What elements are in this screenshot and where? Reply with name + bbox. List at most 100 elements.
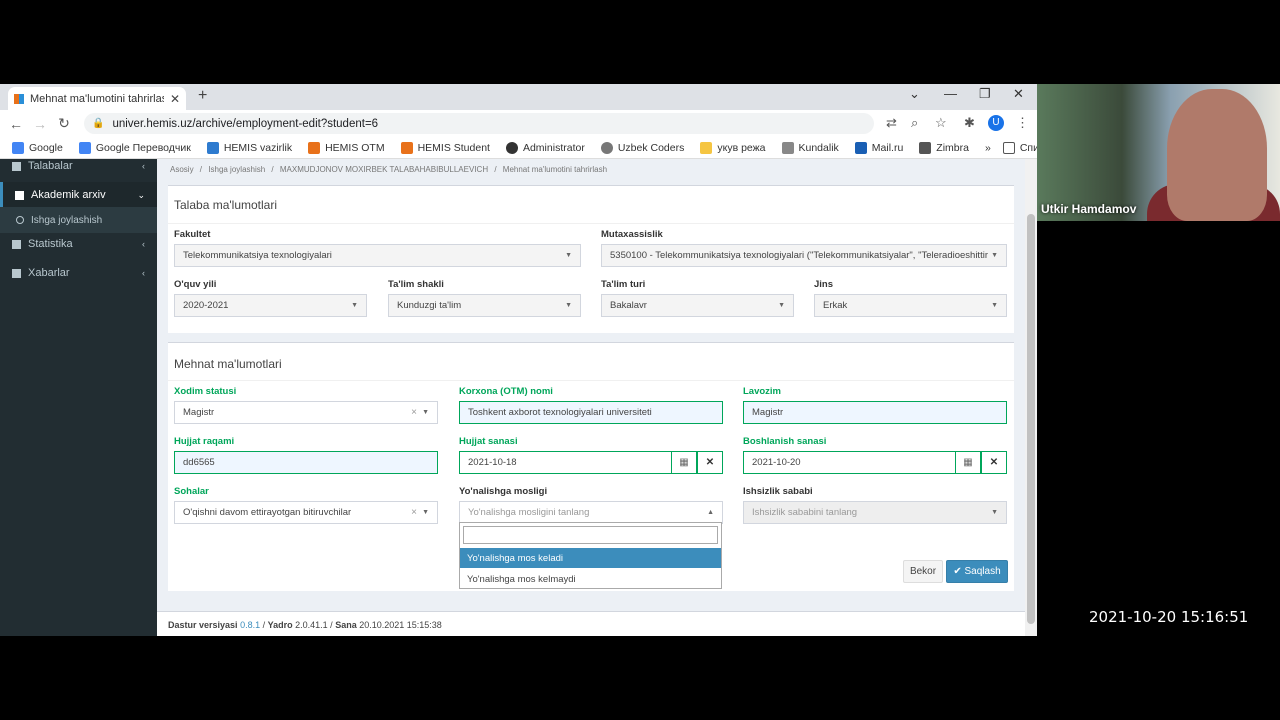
dropdown-arrow-icon: ▼: [991, 252, 998, 259]
reading-list[interactable]: Список для чтения: [1002, 141, 1037, 154]
hemis-favicon-icon: [14, 93, 24, 104]
calendar-icon[interactable]: ▦: [671, 451, 697, 474]
bookmark-item[interactable]: HEMIS OTM: [308, 141, 385, 154]
talim-turi-select[interactable]: Bakalavr ▼: [601, 294, 794, 317]
tab-search-icon[interactable]: ⌄: [909, 86, 920, 102]
page-scrollbar[interactable]: [1025, 159, 1037, 636]
bookmark-item[interactable]: HEMIS vazirlik: [206, 141, 292, 154]
sohalar-select[interactable]: O'qishni davom ettirayotgan bitiruvchila…: [174, 501, 438, 524]
boshlanish-input[interactable]: 2021-10-20: [743, 451, 956, 474]
version-link[interactable]: 0.8.1: [240, 620, 260, 630]
hujjat-sanasi-input[interactable]: 2021-10-18: [459, 451, 672, 474]
dropdown-option[interactable]: Yo'nalishga mos kelmaydi: [460, 569, 721, 589]
browser-menu-icon[interactable]: ⋮: [1016, 115, 1029, 131]
yonalish-select[interactable]: Yo'nalishga mosligini tanlang ▲: [459, 501, 723, 524]
profile-avatar[interactable]: U: [988, 115, 1004, 131]
student-box-title: Talaba ma'lumotlari: [174, 198, 278, 212]
bookmark-item[interactable]: Kundalik: [781, 141, 839, 154]
talim-shakli-label: Ta'lim shakli: [388, 279, 444, 290]
clear-date-icon[interactable]: ✕: [697, 451, 723, 474]
save-button[interactable]: ✔ Saqlash: [946, 560, 1008, 583]
fakultet-label: Fakultet: [174, 229, 211, 240]
ishsizlik-select[interactable]: Ishsizlik sababini tanlang ▼: [743, 501, 1007, 524]
google-icon: [12, 141, 24, 154]
bookmark-item[interactable]: Google Переводчик: [78, 141, 191, 154]
yonalish-label: Yo'nalishga mosligi: [459, 486, 548, 497]
presenter-face: [1167, 89, 1267, 221]
hemis-icon: [400, 141, 413, 154]
jins-label: Jins: [814, 279, 834, 290]
year-label: O'quv yili: [174, 279, 217, 290]
clear-icon[interactable]: ×: [411, 407, 417, 418]
dropdown-arrow-up-icon: ▲: [707, 509, 714, 516]
bookmark-item[interactable]: укув режа: [700, 141, 766, 154]
bookmark-item[interactable]: Zimbra: [919, 141, 969, 154]
presenter-name: Utkir Hamdamov: [1041, 202, 1137, 216]
dropdown-arrow-icon: ▼: [422, 409, 429, 416]
dropdown-arrow-icon: ▼: [565, 302, 572, 309]
close-tab-icon[interactable]: ✕: [170, 92, 180, 106]
hujjat-input[interactable]: dd6565: [174, 451, 438, 474]
breadcrumb-ishga[interactable]: Ishga joylashish: [208, 165, 265, 174]
bookmark-item[interactable]: Uzbek Coders: [600, 141, 684, 154]
forward-icon[interactable]: →: [28, 116, 52, 132]
translate-icon[interactable]: ⇄: [886, 115, 897, 131]
clear-icon[interactable]: ×: [411, 507, 417, 518]
globe-icon: [505, 141, 518, 154]
mutaxassislik-label: Mutaxassislik: [601, 229, 663, 240]
cancel-button[interactable]: Bekor: [903, 560, 943, 583]
chevron-down-icon: ⌄: [137, 189, 145, 200]
sohalar-label: Sohalar: [174, 486, 209, 497]
sidebar-item-talabalar[interactable]: Talabalar ‹: [0, 153, 157, 179]
talim-shakli-select[interactable]: Kunduzgi ta'lim ▼: [388, 294, 581, 317]
hemis-icon: [308, 141, 321, 154]
dropdown-search-input[interactable]: [463, 526, 718, 544]
fakultet-select[interactable]: Telekommunikatsiya texnologiyalari ▼: [174, 244, 581, 267]
xodim-select[interactable]: Magistr × ▼: [174, 401, 438, 424]
bookmark-item[interactable]: Administrator: [505, 141, 585, 154]
year-select[interactable]: 2020-2021 ▼: [174, 294, 367, 317]
dropdown-option[interactable]: Yo'nalishga mos keladi: [460, 548, 721, 568]
hujjat-sanasi-label: Hujjat sanasi: [459, 436, 518, 447]
bookmark-star-icon[interactable]: ☆: [935, 115, 947, 131]
breadcrumb-home[interactable]: Asosiy: [170, 165, 194, 174]
address-bar[interactable]: 🔒 univer.hemis.uz/archive/employment-edi…: [84, 113, 874, 134]
ishsizlik-label: Ishsizlik sababi: [743, 486, 813, 497]
users-icon: [12, 161, 21, 171]
lavozim-input[interactable]: Magistr: [743, 401, 1007, 424]
breadcrumb-student[interactable]: MAXMUDJONOV MOXIRBEK TALABAHABIBULLAEVIC…: [280, 165, 488, 174]
bookmark-item[interactable]: Mail.ru: [854, 141, 903, 154]
bookmark-item[interactable]: Google: [12, 141, 63, 154]
clear-date-icon[interactable]: ✕: [981, 451, 1007, 474]
back-icon[interactable]: ←: [4, 116, 28, 132]
mutaxassislik-select[interactable]: 5350100 - Telekommunikatsiya texnologiya…: [601, 244, 1007, 267]
folder-icon: [700, 141, 713, 154]
reload-icon[interactable]: ↻: [52, 115, 76, 132]
sidebar-item-xabarlar[interactable]: Xabarlar ‹: [0, 260, 157, 286]
sidebar: Talabalar ‹ Akademik arxiv ⌄ Ishga joyla…: [0, 159, 157, 636]
calendar-icon[interactable]: ▦: [955, 451, 981, 474]
kundalik-icon: [781, 141, 794, 154]
minimize-icon[interactable]: —: [944, 86, 957, 101]
browser-tab[interactable]: Mehnat ma'lumotini tahrirlash | u ✕: [8, 87, 186, 110]
sidebar-item-ishga-joylashish[interactable]: Ishga joylashish: [0, 207, 157, 233]
dropdown-arrow-icon: ▼: [351, 302, 358, 309]
coders-icon: [600, 141, 613, 154]
korxona-input[interactable]: Toshkent axborot texnologiyalari univers…: [459, 401, 723, 424]
more-bookmarks[interactable]: »: [985, 142, 991, 154]
new-tab-icon[interactable]: +: [198, 87, 207, 105]
sidebar-item-statistika[interactable]: Statistika ‹: [0, 231, 157, 257]
reading-list-icon: [1002, 141, 1015, 154]
restore-icon[interactable]: ❐: [979, 86, 991, 102]
sidebar-item-akademik-arxiv[interactable]: Akademik arxiv ⌄: [0, 182, 157, 208]
browser-window: Mehnat ma'lumotini tahrirlash | u ✕ + ⌄ …: [0, 84, 1037, 636]
jins-select[interactable]: Erkak ▼: [814, 294, 1007, 317]
page-footer: Dastur versiyasi 0.8.1 / Yadro 2.0.41.1 …: [157, 611, 1025, 636]
bookmark-item[interactable]: HEMIS Student: [400, 141, 490, 154]
extensions-icon[interactable]: ✱: [964, 115, 975, 131]
breadcrumb: Asosiy / Ishga joylashish / MAXMUDJONOV …: [170, 165, 608, 174]
chevron-left-icon: ‹: [142, 161, 145, 171]
zoom-icon[interactable]: ⌕: [911, 115, 918, 131]
close-window-icon[interactable]: ✕: [1013, 86, 1024, 102]
webcam-video: Utkir Hamdamov: [1037, 84, 1280, 221]
